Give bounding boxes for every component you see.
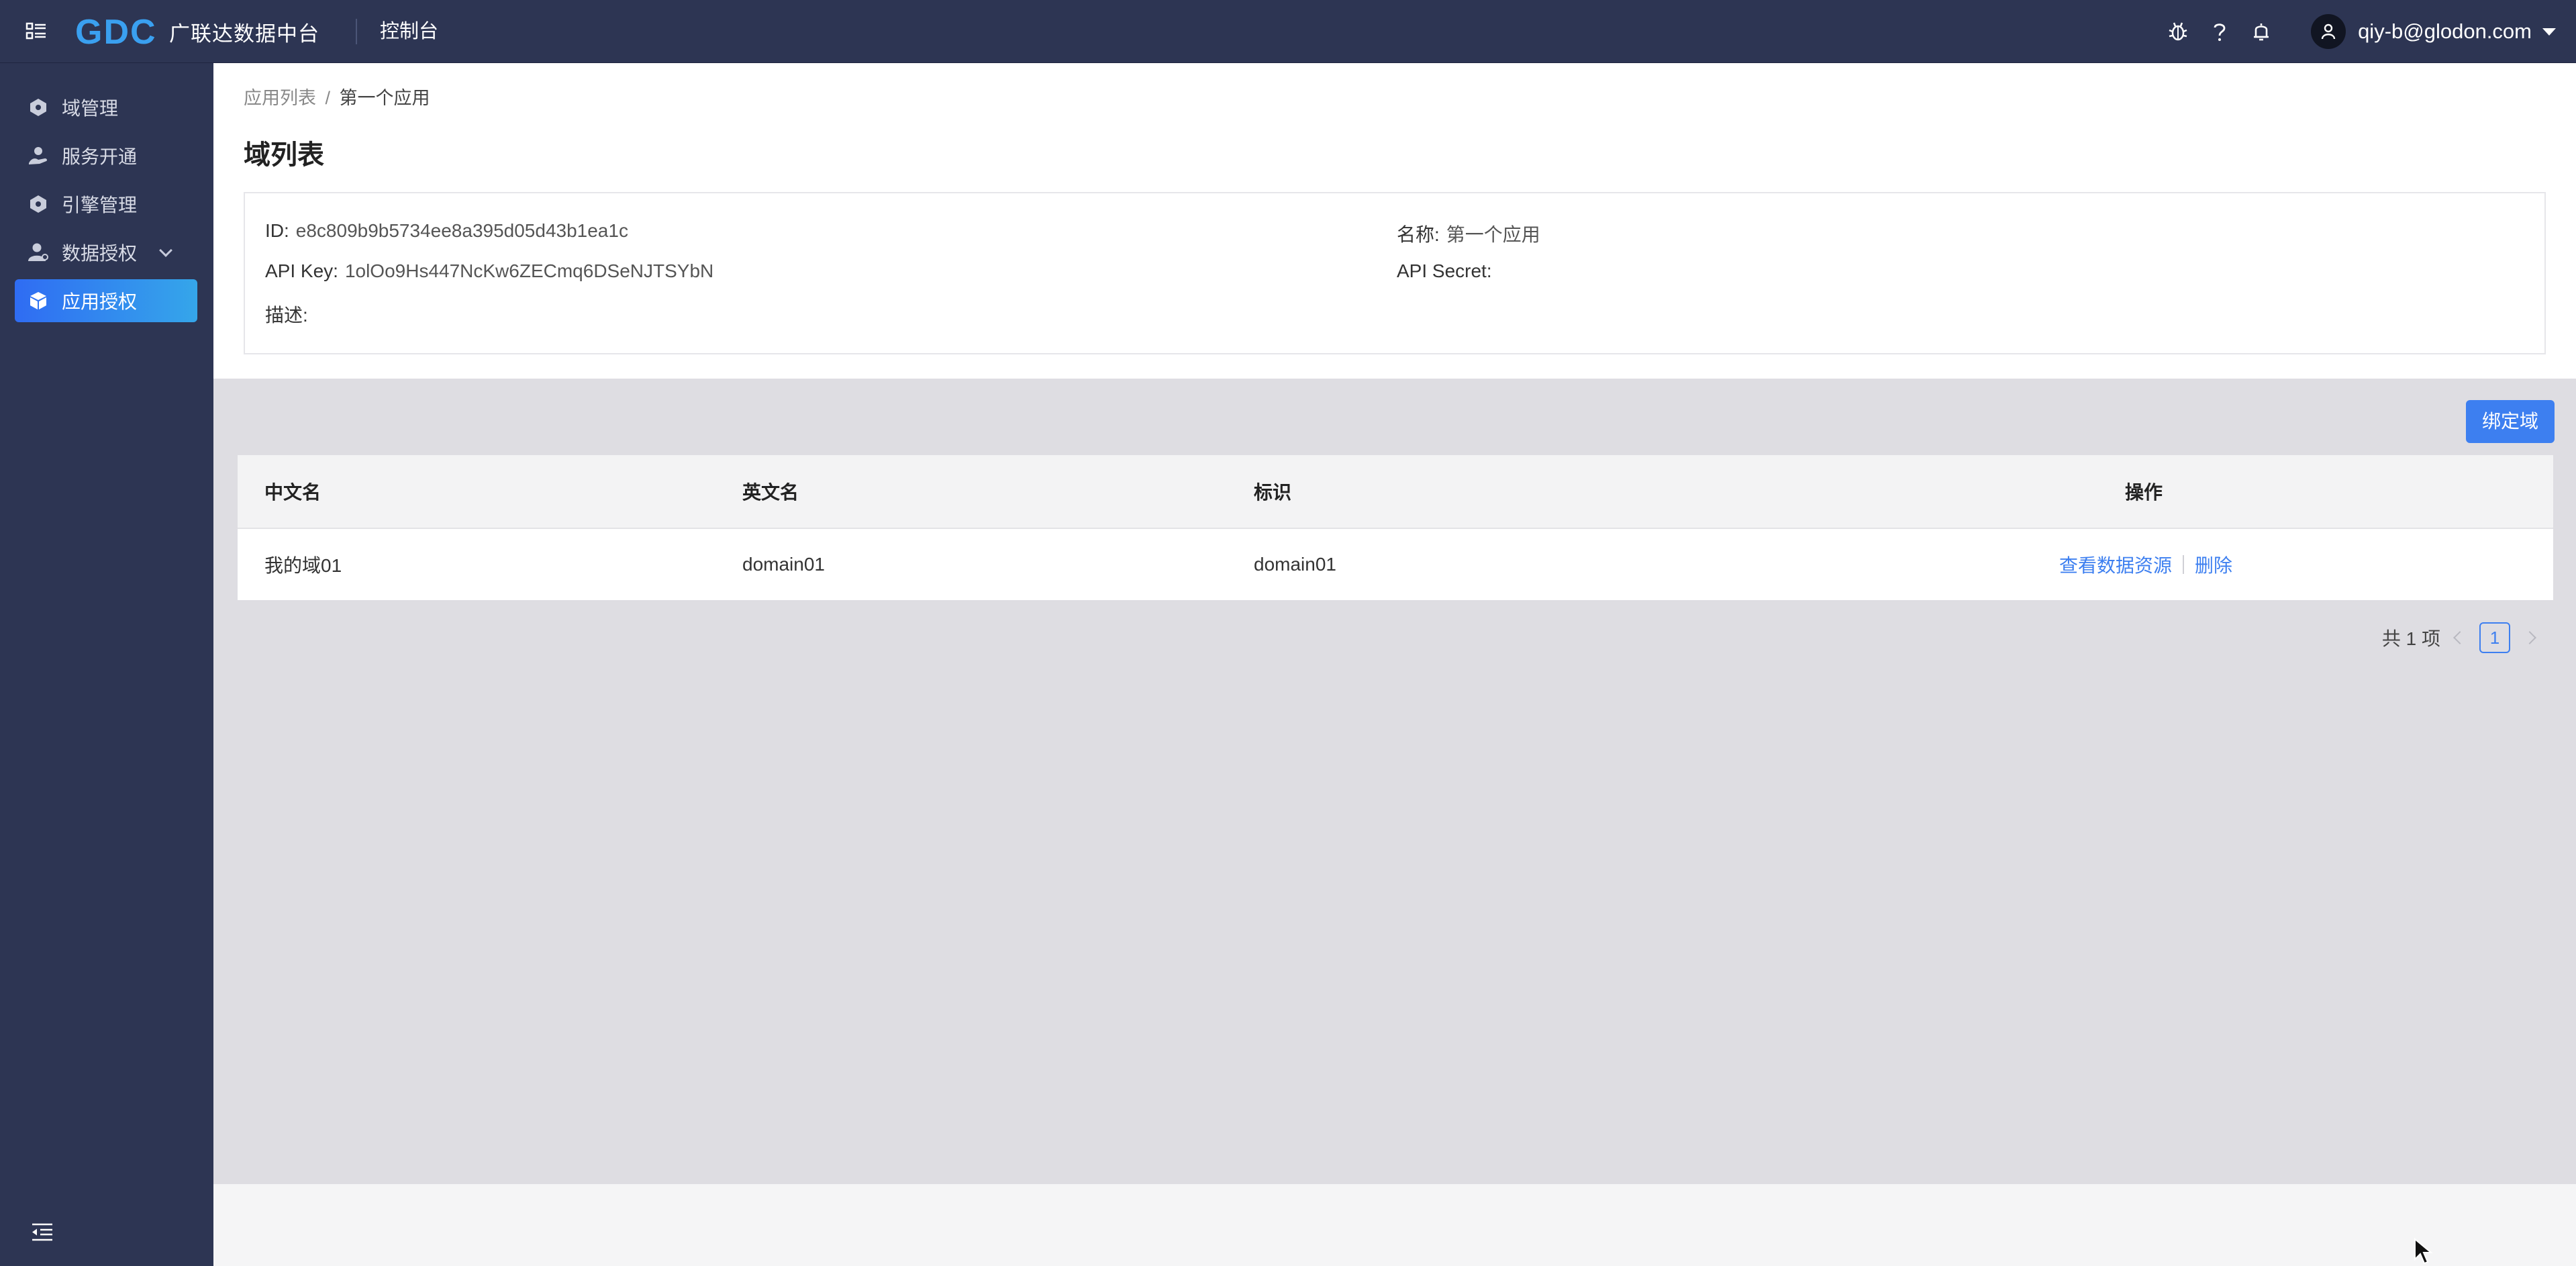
api-secret-row: API Secret:: [1397, 260, 1499, 282]
description-row: 描述:: [265, 301, 315, 328]
table-row: 我的域01 domain01 domain01 查看数据资源 删除: [238, 529, 2553, 600]
column-header-cn-name: 中文名: [264, 482, 321, 503]
api-key-value: 1olOo9Hs447NcKw6ZECmq6DSeNJTSYbN: [344, 260, 714, 281]
brand-name: 广联达数据中台: [169, 21, 319, 46]
prev-page-icon[interactable]: [2453, 631, 2467, 644]
breadcrumb-separator: /: [325, 88, 331, 108]
brand[interactable]: GDC 广联达数据中台: [74, 0, 319, 63]
sidebar: 域管理 服务开通 引擎管理 数据授权 应用授权: [0, 63, 213, 1266]
operation-divider: [2183, 555, 2185, 574]
user-avatar-icon[interactable]: [2311, 14, 2346, 49]
app-name-label: 名称:: [1397, 224, 1440, 245]
sidebar-item-engine-management[interactable]: 引擎管理: [15, 183, 197, 226]
sidebar-item-label: 服务开通: [62, 146, 138, 167]
help-icon[interactable]: [2206, 18, 2233, 45]
header-panel: 应用列表 / 第一个应用 域列表 ID: e8c809b9b5734ee8a395…: [213, 63, 2576, 379]
footer-area: [213, 1184, 2576, 1266]
delete-link[interactable]: 删除: [2195, 551, 2232, 578]
cell-en-name: domain01: [742, 554, 825, 575]
sidebar-item-label: 应用授权: [62, 291, 138, 312]
sidebar-item-label: 数据授权: [62, 243, 138, 264]
collapse-sidebar-icon[interactable]: [31, 1222, 54, 1242]
breadcrumb-parent[interactable]: 应用列表: [244, 88, 316, 108]
sidebar-item-domain-management[interactable]: 域管理: [15, 86, 197, 129]
sidebar-item-data-authorization[interactable]: 数据授权: [15, 231, 197, 274]
sidebar-item-app-authorization[interactable]: 应用授权: [15, 279, 197, 322]
sidebar-item-label: 引擎管理: [62, 195, 138, 215]
sidebar-item-label: 域管理: [62, 98, 119, 119]
description-label: 描述:: [265, 305, 308, 326]
cell-cn-name: 我的域01: [264, 555, 342, 576]
app-name-row: 名称: 第一个应用: [1397, 220, 1540, 247]
bell-icon[interactable]: [2248, 18, 2275, 45]
api-key-row: API Key: 1olOo9Hs447NcKw6ZECmq6DSeNJTSYbN: [265, 260, 713, 282]
app-id-value: e8c809b9b5734ee8a395d05d43b1ea1c: [295, 220, 628, 241]
caret-down-icon[interactable]: [2542, 28, 2556, 36]
hexagon-icon: [27, 193, 50, 215]
table-header: 中文名 英文名 标识 操作: [238, 455, 2553, 529]
view-data-resources-link[interactable]: 查看数据资源: [2059, 551, 2172, 578]
user-hand-icon: [27, 144, 50, 167]
console-link[interactable]: 控制台: [380, 0, 438, 63]
breadcrumb: 应用列表 / 第一个应用: [244, 83, 430, 109]
gdc-logo-text: GDC: [75, 13, 157, 52]
mouse-cursor-icon: [2414, 1238, 2433, 1265]
column-header-operations: 操作: [2125, 482, 2163, 503]
app-info-box: ID: e8c809b9b5734ee8a395d05d43b1ea1c 名称: 第…: [244, 192, 2546, 354]
top-bar: GDC 广联达数据中台 控制台 qiy-b@glodon.com: [0, 0, 2576, 63]
domain-table: 中文名 英文名 标识 操作 我的域01 domain01 domain01 查看…: [238, 455, 2553, 600]
column-header-en-name: 英文名: [742, 482, 799, 503]
app-id-row: ID: e8c809b9b5734ee8a395d05d43b1ea1c: [265, 220, 628, 242]
bug-icon[interactable]: [2165, 18, 2191, 45]
breadcrumb-current: 第一个应用: [339, 88, 430, 108]
column-header-identifier: 标识: [1254, 482, 1292, 503]
next-page-icon[interactable]: [2523, 631, 2536, 644]
hexagon-icon: [27, 96, 50, 119]
cell-identifier: domain01: [1254, 554, 1336, 575]
sidebar-item-service-activation[interactable]: 服务开通: [15, 134, 197, 177]
api-key-label: API Key:: [265, 260, 338, 281]
menu-grid-icon[interactable]: [26, 20, 47, 42]
chevron-down-icon[interactable]: [159, 244, 172, 257]
page-title: 域列表: [244, 140, 324, 170]
gdc-logo: GDC: [75, 13, 157, 52]
app-name-value: 第一个应用: [1446, 224, 1540, 245]
api-secret-label: API Secret:: [1397, 260, 1492, 281]
cube-icon: [27, 289, 50, 312]
user-name[interactable]: qiy-b@glodon.com: [2358, 19, 2532, 44]
bind-domain-button[interactable]: 绑定域: [2466, 400, 2555, 443]
user-icon: [27, 241, 50, 264]
page-number-button[interactable]: 1: [2479, 622, 2510, 653]
top-divider: [356, 19, 357, 44]
main-content: 应用列表 / 第一个应用 域列表 ID: e8c809b9b5734ee8a395…: [213, 63, 2576, 1266]
pagination: 共 1 项 1: [2382, 622, 2549, 654]
top-right-tools: qiy-b@glodon.com: [2150, 0, 2556, 63]
cell-operations: 查看数据资源 删除: [2059, 529, 2232, 600]
pagination-total: 共 1 项: [2381, 628, 2440, 649]
app-id-label: ID:: [265, 220, 289, 241]
